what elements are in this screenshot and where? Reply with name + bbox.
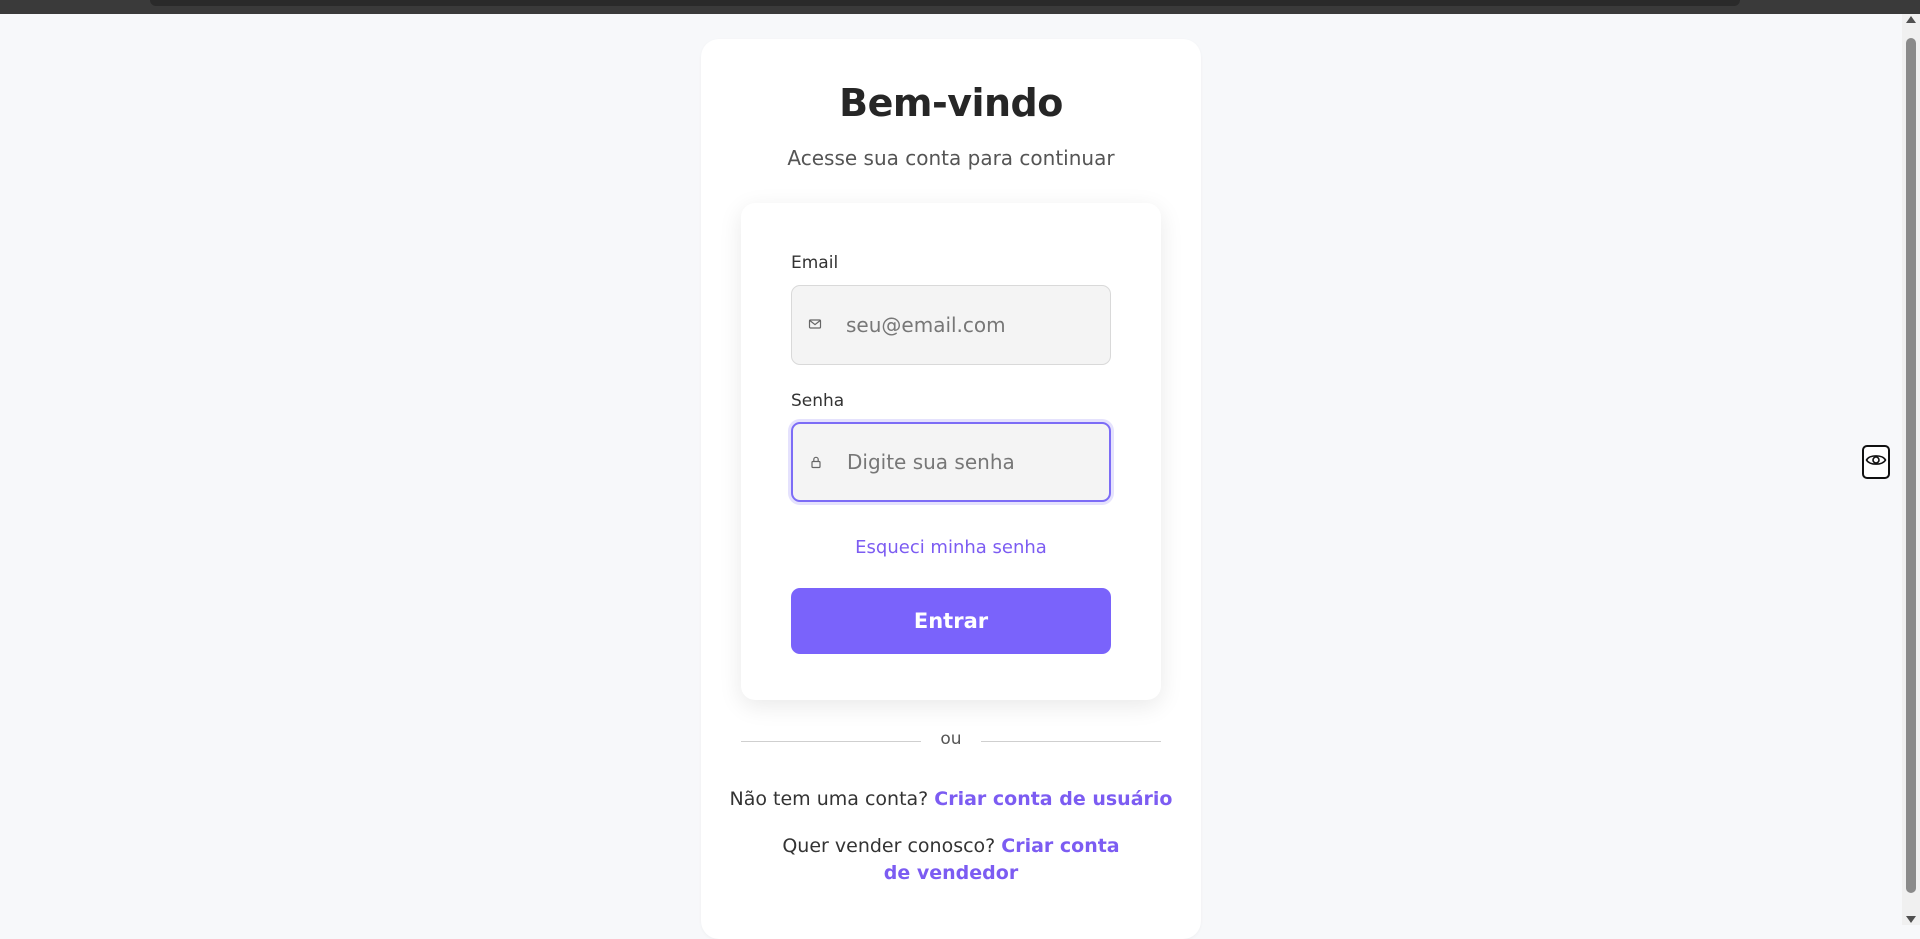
eye-icon (1865, 452, 1887, 472)
user-signup-row: Não tem uma conta? Criar conta de usuário (701, 786, 1201, 813)
email-label: Email (791, 253, 839, 273)
eye-toggle-button[interactable] (1862, 445, 1890, 479)
mail-icon (808, 316, 822, 330)
divider-text: ou (940, 729, 962, 749)
email-input[interactable] (846, 286, 1101, 364)
password-input-wrapper[interactable] (791, 422, 1111, 502)
browser-top-bar-inner (150, 0, 1740, 6)
password-label: Senha (791, 391, 845, 411)
login-card: Bem-vindo Acesse sua conta para continua… (701, 39, 1201, 939)
scroll-down-arrow-icon[interactable] (1906, 916, 1916, 923)
page-title: Bem-vindo (839, 81, 1063, 125)
divider-line-right (981, 741, 1161, 742)
email-input-wrapper[interactable] (791, 285, 1111, 365)
create-user-account-link[interactable]: Criar conta de usuário (934, 788, 1172, 810)
password-input[interactable] (847, 424, 1102, 500)
seller-signup-row: Quer vender conosco? Criar conta de vende… (701, 833, 1201, 887)
lock-icon (809, 454, 823, 469)
page-subtitle: Acesse sua conta para continuar (787, 146, 1115, 170)
scrollbar-thumb[interactable] (1906, 38, 1916, 893)
seller-signup-prompt: Quer vender conosco? (782, 835, 996, 857)
vertical-scrollbar[interactable] (1902, 14, 1920, 925)
scroll-up-arrow-icon[interactable] (1906, 16, 1916, 23)
browser-top-bar (0, 0, 1920, 14)
forgot-password-link[interactable]: Esqueci minha senha (741, 537, 1161, 558)
user-signup-prompt: Não tem uma conta? (729, 788, 929, 810)
login-form: Email Senha Esqueci minha senha Entrar (741, 203, 1161, 700)
login-button[interactable]: Entrar (791, 588, 1111, 654)
